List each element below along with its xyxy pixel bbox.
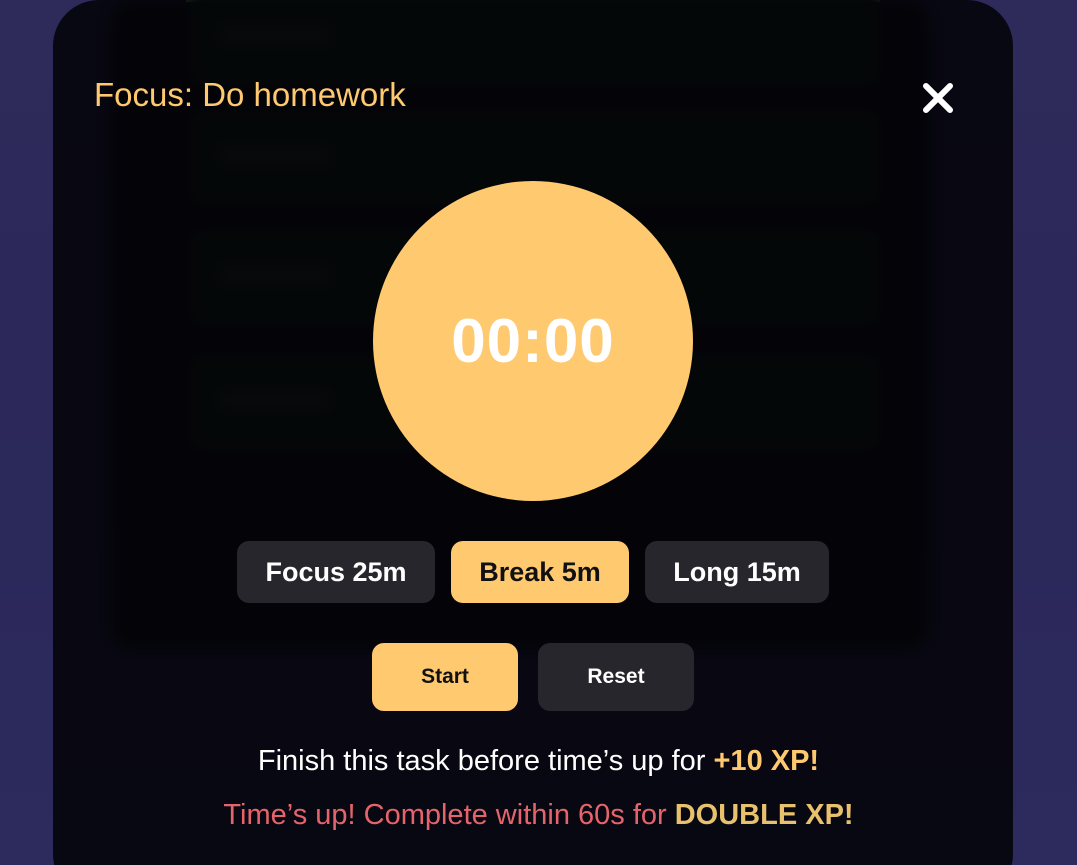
reset-button[interactable]: Reset: [538, 643, 694, 711]
time-up-text: Time’s up! Complete within 60s for: [223, 799, 675, 831]
timer-circle: 00:00: [373, 181, 693, 501]
xp-info-message: Finish this task before time’s up for +1…: [0, 745, 1077, 778]
mode-focus-button[interactable]: Focus 25m: [237, 541, 435, 603]
mode-long-button[interactable]: Long 15m: [645, 541, 829, 603]
mode-break-button[interactable]: Break 5m: [451, 541, 629, 603]
close-x-icon: [923, 83, 953, 113]
close-button[interactable]: [918, 78, 958, 118]
time-up-message: Time’s up! Complete within 60s for DOUBL…: [0, 799, 1077, 832]
start-button[interactable]: Start: [372, 643, 518, 711]
xp-info-text: Finish this task before time’s up for: [257, 745, 714, 777]
double-xp-reward: DOUBLE XP!: [674, 799, 854, 831]
timer-display: 00:00: [451, 306, 615, 376]
modal-title: Focus: Do homework: [94, 76, 406, 113]
xp-reward: +10 XP!: [713, 745, 820, 777]
